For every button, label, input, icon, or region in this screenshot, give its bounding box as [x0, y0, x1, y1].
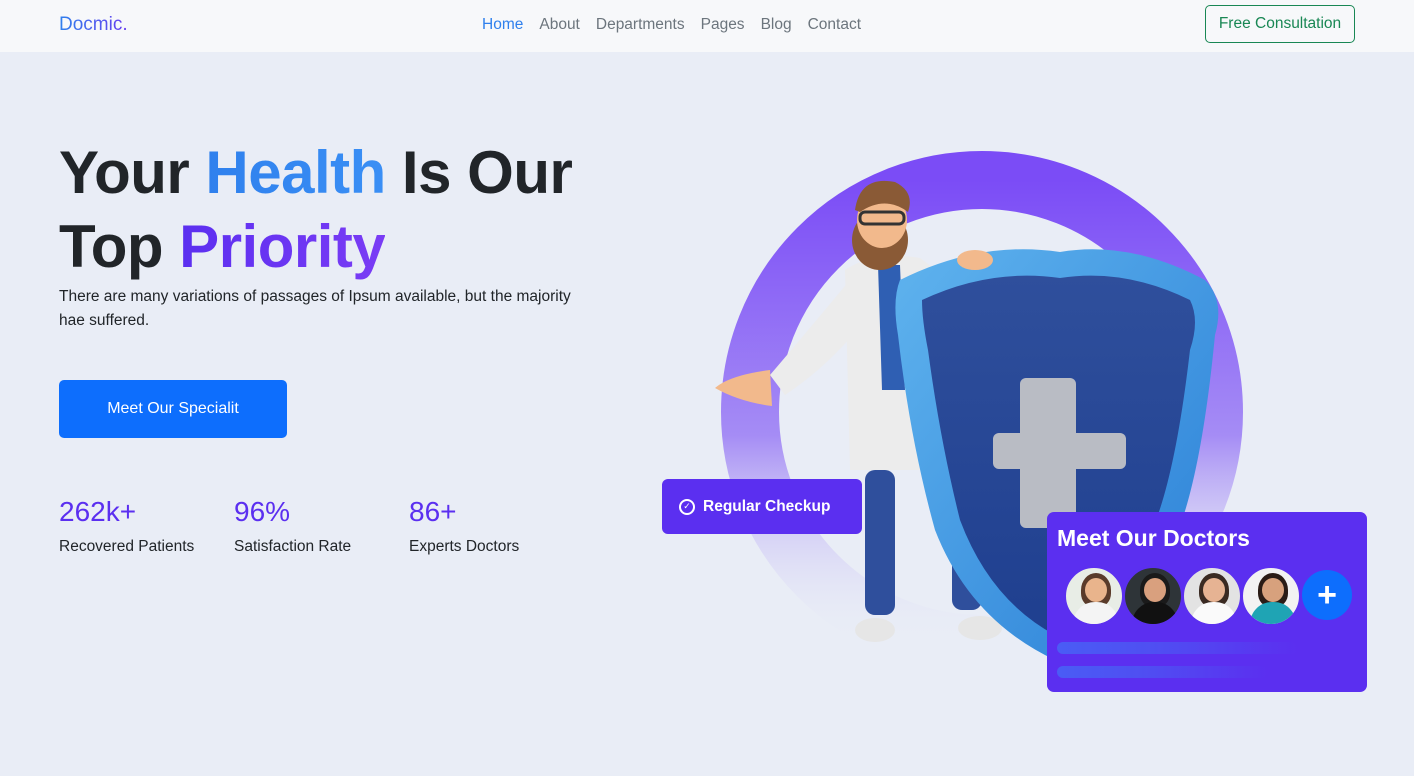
regular-checkup-label: Regular Checkup [703, 497, 831, 515]
nav-link-blog[interactable]: Blog [761, 16, 792, 34]
stat-value: 96% [234, 496, 291, 527]
nav-link-contact[interactable]: Contact [808, 16, 861, 34]
meet-doctors-card: Meet Our Doctors + [1047, 512, 1367, 692]
avatar-face [1085, 578, 1107, 602]
check-circle-icon: ✓ [679, 498, 695, 515]
doctor-avatar-3[interactable] [1182, 566, 1242, 626]
meet-doctors-title: Meet Our Doctors [1057, 525, 1250, 551]
brand-logo[interactable]: Docmic. [59, 14, 128, 36]
stat-label: Experts Doctors [409, 538, 520, 555]
stat-label: Recovered Patients [59, 538, 195, 555]
stats: 262k+ Recovered Patients 96% Satisfactio… [59, 494, 584, 556]
avatar-coat [1191, 602, 1237, 624]
meet-specialist-button[interactable]: Meet Our Specialit [59, 380, 287, 438]
nav-links: Home About Departments Pages Blog Contac… [482, 16, 861, 34]
hero-subtitle: There are many variations of passages of… [59, 288, 571, 329]
stat-label: Satisfaction Rate [234, 538, 352, 555]
add-doctor-button[interactable]: + [1302, 570, 1352, 620]
hero-title-highlight-health: Health [205, 139, 386, 206]
hero-title-part1: Your [59, 139, 206, 206]
navbar: Docmic. Home About Departments Pages Blo… [0, 0, 1414, 52]
free-consultation-button[interactable]: Free Consultation [1205, 5, 1355, 43]
nav-link-departments[interactable]: Departments [596, 16, 685, 34]
regular-checkup-card[interactable]: ✓ Regular Checkup [662, 479, 862, 534]
doctor-leg [865, 470, 895, 615]
doctor-avatar-4[interactable] [1241, 566, 1301, 626]
avatar-coat [1132, 602, 1178, 624]
nav-link-about[interactable]: About [539, 16, 580, 34]
nav-link-home[interactable]: Home [482, 16, 523, 34]
avatar-face [1262, 578, 1284, 602]
stat-satisfaction-rate: 96% Satisfaction Rate [234, 494, 409, 556]
progress-bar [1057, 642, 1297, 654]
hero-title-highlight-priority: Priority [179, 213, 386, 280]
hero-title: Your Health Is Our Top Priority [59, 136, 619, 284]
stat-value: 86+ [409, 496, 457, 527]
avatar-coat [1250, 602, 1296, 624]
avatar-face [1203, 578, 1225, 602]
stat-value: 262k+ [59, 496, 137, 527]
doctor-avatar-2[interactable] [1123, 566, 1183, 626]
doctor-hand [957, 250, 993, 270]
stat-experts-doctors: 86+ Experts Doctors [409, 494, 584, 556]
doctor-shoe [855, 618, 895, 642]
progress-bar [1057, 666, 1267, 678]
shield-cross-horizontal [993, 433, 1126, 469]
doctor-avatars: + [1064, 566, 1357, 626]
avatar-face [1144, 578, 1166, 602]
doctor-avatar-1[interactable] [1064, 566, 1124, 626]
avatar-coat [1073, 602, 1119, 624]
stat-recovered-patients: 262k+ Recovered Patients [59, 494, 234, 556]
nav-link-pages[interactable]: Pages [701, 16, 745, 34]
